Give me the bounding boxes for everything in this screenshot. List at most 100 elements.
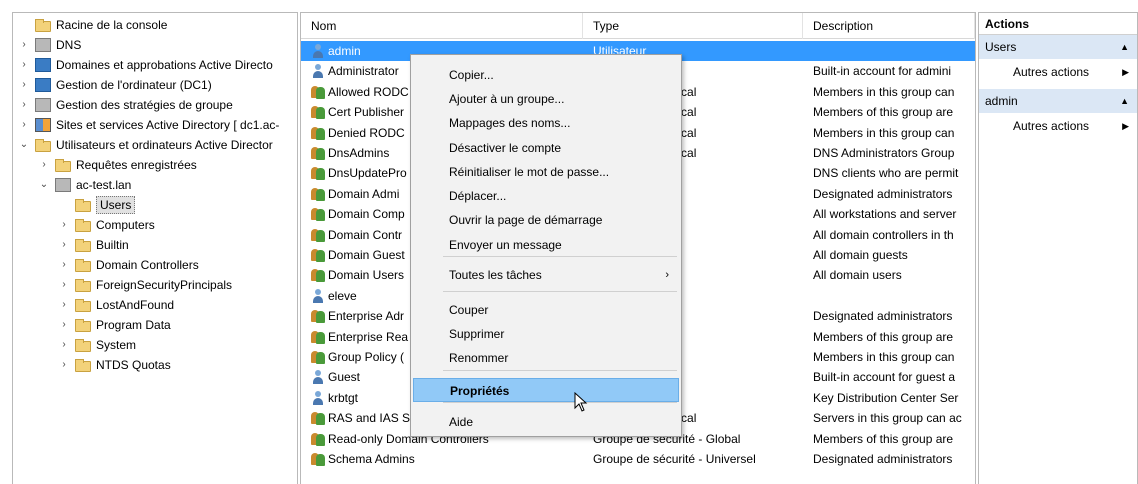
tree-item[interactable]: ⌄ ac-test.lan — [39, 175, 131, 195]
tree-item[interactable]: › Gestion des stratégies de groupe — [19, 95, 233, 115]
folder-icon — [75, 198, 91, 212]
tree-item[interactable]: Racine de la console — [19, 15, 167, 35]
tree-item[interactable]: › System — [59, 335, 136, 355]
folder-icon — [75, 298, 91, 312]
chevron-right-icon: › — [665, 269, 669, 281]
chevron-right-icon[interactable]: › — [59, 315, 69, 335]
tree-item[interactable]: › Computers — [59, 215, 154, 235]
mouse-cursor-icon — [574, 392, 588, 412]
menu-item[interactable]: Déplacer... — [413, 184, 679, 208]
tree-item[interactable]: › Program Data — [59, 315, 170, 335]
snapin-icon — [35, 38, 51, 52]
chevron-right-icon[interactable]: › — [59, 255, 69, 275]
menu-item[interactable]: Ajouter à un groupe... — [413, 87, 679, 111]
chevron-right-icon[interactable]: › — [59, 275, 69, 295]
chevron-right-icon[interactable]: › — [59, 335, 69, 355]
menu-item[interactable]: Envoyer un message — [413, 233, 679, 257]
menu-item[interactable]: Réinitialiser le mot de passe... — [413, 160, 679, 184]
snapin-icon — [35, 118, 51, 132]
chevron-right-icon[interactable]: › — [59, 235, 69, 255]
chevron-right-icon[interactable]: › — [39, 155, 49, 175]
actions-section-admin[interactable]: admin ▲ — [979, 89, 1137, 113]
cell-name-text: Domain Guest — [328, 248, 405, 262]
chevron-right-icon[interactable]: › — [19, 95, 29, 115]
cell-name-text: Cert Publisher — [328, 105, 405, 120]
cell-name-text: Group Policy ( — [328, 350, 405, 364]
chevron-down-icon[interactable]: ⌄ — [39, 175, 49, 195]
menu-item[interactable]: Propriétés — [413, 378, 679, 402]
group-icon — [311, 187, 325, 201]
tree-item[interactable]: › Domaines et approbations Active Directo — [19, 55, 273, 75]
snapin-icon — [35, 58, 51, 72]
menu-item-label: Ajouter à un groupe... — [449, 92, 565, 106]
tree-item[interactable]: › NTDS Quotas — [59, 355, 171, 375]
tree-item-label: Gestion de l'ordinateur (DC1) — [56, 78, 212, 92]
user-icon — [311, 390, 325, 405]
tree-item[interactable]: › Gestion de l'ordinateur (DC1) — [19, 75, 212, 95]
group-icon — [311, 146, 325, 160]
chevron-right-icon[interactable]: › — [19, 55, 29, 75]
tree-item[interactable]: ⌄ Utilisateurs et ordinateurs Active Dire… — [19, 135, 273, 155]
cell-description: All domain users — [813, 268, 902, 283]
column-header-description[interactable]: Description — [803, 13, 975, 39]
chevron-right-icon[interactable]: › — [59, 215, 69, 235]
menu-item[interactable]: Désactiver le compte — [413, 136, 679, 160]
menu-item[interactable]: Supprimer — [413, 322, 679, 346]
tree-item-label: Gestion des stratégies de groupe — [56, 98, 233, 112]
cell-name-text: Denied RODC — [328, 125, 405, 140]
chevron-right-icon[interactable]: › — [19, 115, 29, 135]
column-header-name[interactable]: Nom — [301, 13, 583, 39]
actions-more-admin[interactable]: Autres actions ▶ — [979, 113, 1137, 139]
column-header-type[interactable]: Type — [583, 13, 803, 39]
group-icon — [311, 309, 325, 324]
folder-icon — [35, 18, 51, 32]
tree-item[interactable]: › DNS — [19, 35, 81, 55]
menu-item[interactable]: Couper — [413, 298, 679, 322]
group-icon — [311, 350, 325, 364]
collapse-icon[interactable]: ▲ — [1120, 89, 1129, 113]
tree-item[interactable]: › LostAndFound — [59, 295, 174, 315]
list-header: Nom Type Description — [301, 13, 975, 39]
group-icon — [311, 105, 325, 120]
cell-name-text: Domain Admi — [328, 186, 400, 201]
tree-item[interactable]: › Builtin — [59, 235, 128, 255]
tree-item[interactable]: › Domain Controllers — [59, 255, 199, 275]
cell-name-text: DnsAdmins — [328, 146, 390, 160]
tree-item[interactable]: › ForeignSecurityPrincipals — [59, 275, 232, 295]
chevron-down-icon[interactable]: ⌄ — [19, 135, 29, 155]
menu-item-label: Copier... — [449, 68, 494, 82]
tree-item[interactable]: › Sites et services Active Directory [ dc… — [19, 115, 279, 135]
chevron-right-icon[interactable]: › — [59, 295, 69, 315]
chevron-right-icon: ▶ — [1122, 67, 1129, 77]
folder-icon — [35, 138, 51, 152]
chevron-right-icon[interactable]: › — [19, 75, 29, 95]
group-icon — [311, 248, 325, 262]
cell-description: Designated administrators — [813, 309, 953, 324]
chevron-right-icon[interactable]: › — [59, 355, 69, 375]
menu-item[interactable]: Renommer — [413, 346, 679, 370]
menu-item-label: Mappages des noms... — [449, 116, 571, 130]
tree-item-label: NTDS Quotas — [96, 358, 171, 372]
snapin-icon — [35, 98, 51, 112]
menu-item[interactable]: Toutes les tâches › — [413, 263, 679, 287]
actions-section-users[interactable]: Users ▲ — [979, 35, 1137, 59]
menu-item[interactable]: Ouvrir la page de démarrage — [413, 208, 679, 232]
table-row[interactable]: Schema Admins Groupe de sécurité - Univer… — [301, 449, 975, 469]
tree-item[interactable]: › Requêtes enregistrées — [39, 155, 196, 175]
tree-item-label: Domain Controllers — [96, 258, 199, 272]
menu-item-label: Toutes les tâches — [449, 268, 542, 282]
actions-more-users[interactable]: Autres actions ▶ — [979, 59, 1137, 85]
cell-description: Designated administrators — [813, 452, 953, 466]
collapse-icon[interactable]: ▲ — [1120, 35, 1129, 59]
cell-description: Members of this group are — [813, 329, 954, 344]
tree-item[interactable]: Users — [59, 195, 136, 215]
cell-description: Members in this group can — [813, 84, 955, 99]
menu-separator — [443, 291, 677, 292]
menu-item[interactable]: Copier... — [413, 63, 679, 87]
actions-item-label: Autres actions — [1013, 119, 1090, 133]
cell-description: Members in this group can — [813, 125, 955, 140]
chevron-right-icon[interactable]: › — [19, 35, 29, 55]
tree-item-label: Utilisateurs et ordinateurs Active Direc… — [56, 138, 273, 152]
menu-item[interactable]: Mappages des noms... — [413, 111, 679, 135]
menu-item[interactable]: Aide — [413, 410, 679, 434]
